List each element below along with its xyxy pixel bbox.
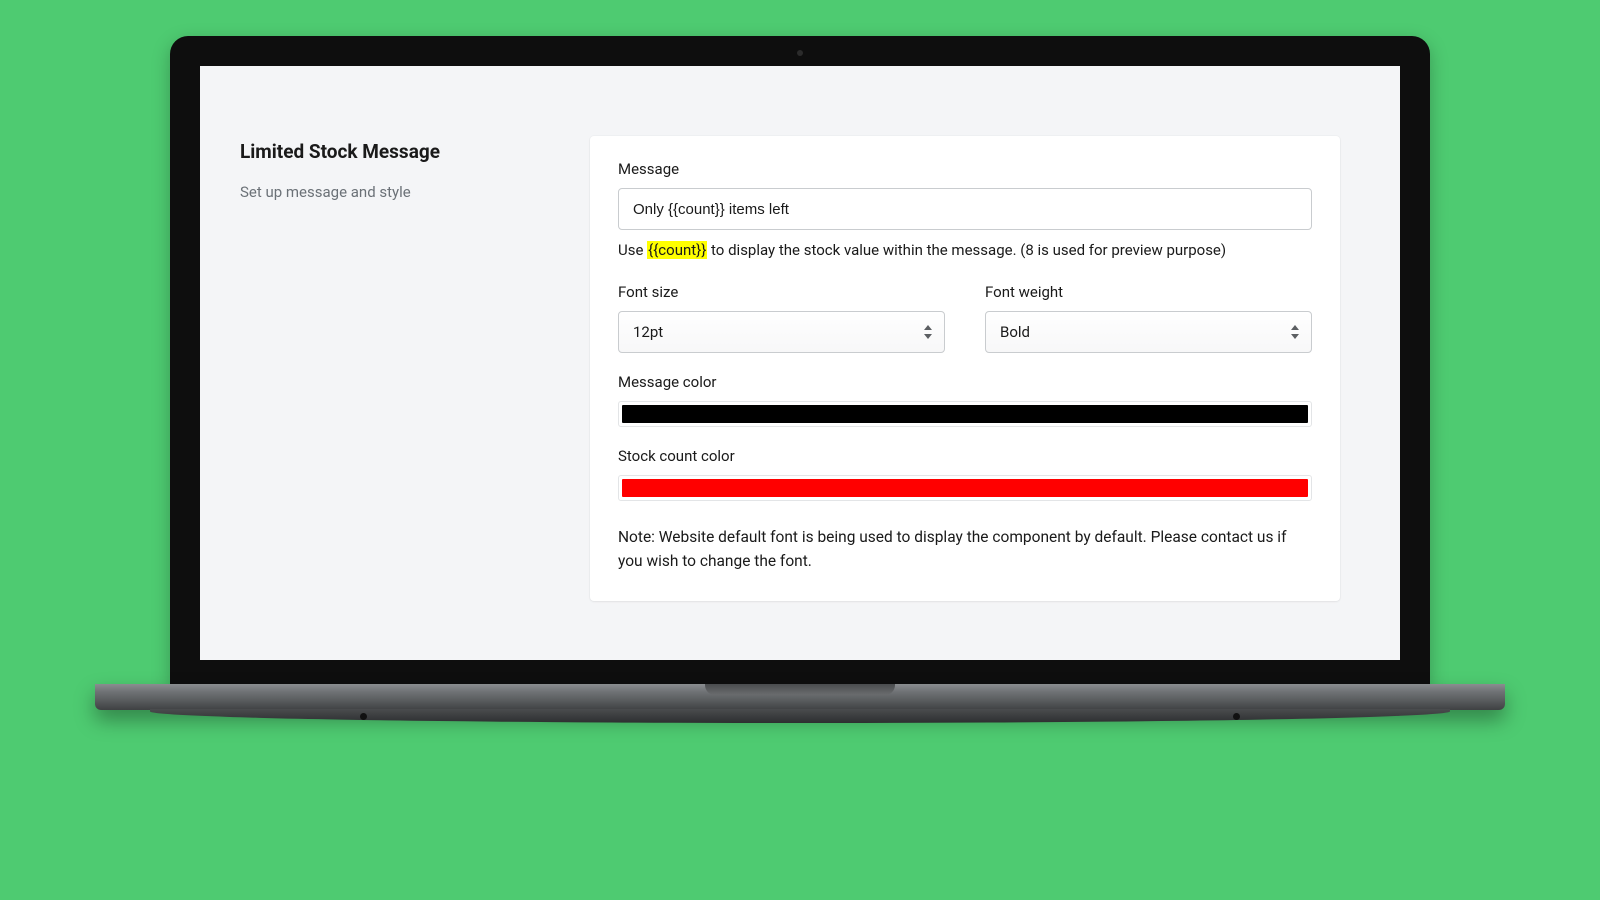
section-header: Limited Stock Message Set up message and…	[240, 136, 550, 601]
stock-color-input[interactable]	[618, 475, 1312, 501]
message-color-field: Message color	[618, 373, 1312, 427]
message-color-label: Message color	[618, 373, 1312, 391]
font-note: Note: Website default font is being used…	[618, 525, 1312, 573]
font-size-label: Font size	[618, 283, 945, 301]
app-screen: Limited Stock Message Set up message and…	[200, 66, 1400, 660]
message-label: Message	[618, 160, 1312, 178]
settings-layout: Limited Stock Message Set up message and…	[200, 66, 1400, 651]
laptop-base	[95, 684, 1505, 710]
font-size-select[interactable]: 12pt	[618, 311, 945, 353]
font-weight-label: Font weight	[985, 283, 1312, 301]
stepper-icon	[1290, 325, 1300, 339]
count-token-highlight: {{count}}	[647, 241, 707, 259]
camera-dot	[797, 50, 803, 56]
helper-suffix: to display the stock value within the me…	[707, 241, 1226, 259]
font-size-field: Font size 12pt	[618, 283, 945, 353]
laptop-foot	[150, 709, 1450, 723]
stock-color-label: Stock count color	[618, 447, 1312, 465]
message-helper: Use {{count}} to display the stock value…	[618, 240, 1312, 261]
hinge-notch	[705, 684, 895, 695]
rubber-foot	[1233, 713, 1240, 720]
font-weight-value: Bold	[1000, 323, 1030, 341]
section-subtitle: Set up message and style	[240, 183, 550, 201]
helper-prefix: Use	[618, 241, 647, 259]
font-row: Font size 12pt	[618, 283, 1312, 353]
stock-color-swatch	[622, 479, 1308, 497]
font-weight-select[interactable]: Bold	[985, 311, 1312, 353]
message-input[interactable]	[618, 188, 1312, 230]
message-color-input[interactable]	[618, 401, 1312, 427]
section-title: Limited Stock Message	[240, 140, 550, 163]
laptop-bezel: Limited Stock Message Set up message and…	[170, 36, 1430, 686]
stepper-icon	[923, 325, 933, 339]
settings-card: Message Use {{count}} to display the sto…	[590, 136, 1340, 601]
laptop-mockup: Limited Stock Message Set up message and…	[170, 36, 1430, 723]
message-color-swatch	[622, 405, 1308, 423]
rubber-foot	[360, 713, 367, 720]
font-weight-field: Font weight Bold	[985, 283, 1312, 353]
stock-color-field: Stock count color	[618, 447, 1312, 501]
font-size-value: 12pt	[633, 323, 663, 341]
